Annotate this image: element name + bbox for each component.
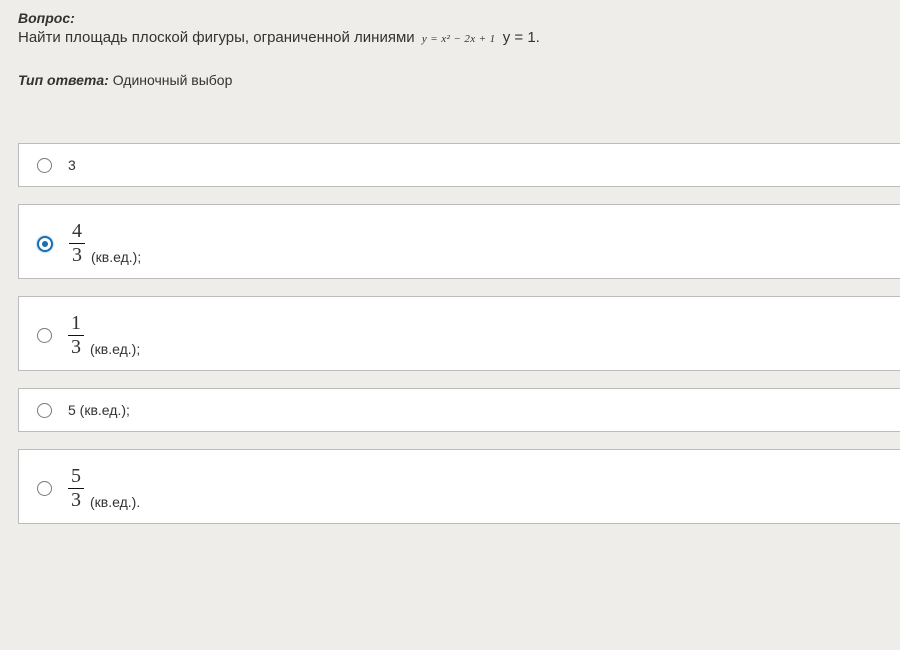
fraction-numerator: 1 xyxy=(68,313,84,334)
option-body: 5 3 (кв.ед.). xyxy=(68,466,140,511)
option-5[interactable]: 5 3 (кв.ед.). xyxy=(18,449,900,524)
radio-icon[interactable] xyxy=(37,328,52,343)
fraction: 1 3 xyxy=(68,313,84,358)
fraction-denominator: 3 xyxy=(68,490,84,511)
option-1[interactable]: 3 xyxy=(18,143,900,187)
option-3[interactable]: 1 3 (кв.ед.); xyxy=(18,296,900,371)
question-text-after: y = 1. xyxy=(503,29,540,46)
option-text: 3 xyxy=(68,157,76,173)
fraction-denominator: 3 xyxy=(68,337,84,358)
answer-type-label: Тип ответа: xyxy=(18,72,109,88)
options-list: 3 4 3 (кв.ед.); 1 3 (кв.ед.); xyxy=(18,143,900,524)
fraction-denominator: 3 xyxy=(69,245,85,266)
question-text-before: Найти площадь плоской фигуры, ограниченн… xyxy=(18,29,415,46)
quiz-page: Вопрос: Найти площадь плоской фигуры, ог… xyxy=(0,0,900,534)
question-label: Вопрос: xyxy=(18,10,900,26)
option-body: 4 3 (кв.ед.); xyxy=(69,221,141,266)
fraction: 4 3 xyxy=(69,221,85,266)
option-text: 5 (кв.ед.); xyxy=(68,402,130,418)
option-2[interactable]: 4 3 (кв.ед.); xyxy=(18,204,900,279)
answer-type: Тип ответа: Одиночный выбор xyxy=(18,72,900,88)
radio-icon[interactable] xyxy=(37,403,52,418)
option-unit: (кв.ед.); xyxy=(90,341,140,358)
answer-type-value: Одиночный выбор xyxy=(113,72,233,88)
fraction-numerator: 4 xyxy=(69,221,85,242)
fraction-numerator: 5 xyxy=(68,466,84,487)
radio-icon[interactable] xyxy=(37,481,52,496)
option-unit: (кв.ед.). xyxy=(90,494,140,511)
question-formula: y = x² − 2x + 1 xyxy=(419,33,499,45)
option-body: 1 3 (кв.ед.); xyxy=(68,313,140,358)
radio-icon[interactable] xyxy=(37,158,52,173)
option-4[interactable]: 5 (кв.ед.); xyxy=(18,388,900,432)
radio-icon[interactable] xyxy=(37,236,53,252)
question-text: Найти площадь плоской фигуры, ограниченн… xyxy=(18,29,900,46)
fraction: 5 3 xyxy=(68,466,84,511)
option-unit: (кв.ед.); xyxy=(91,249,141,266)
